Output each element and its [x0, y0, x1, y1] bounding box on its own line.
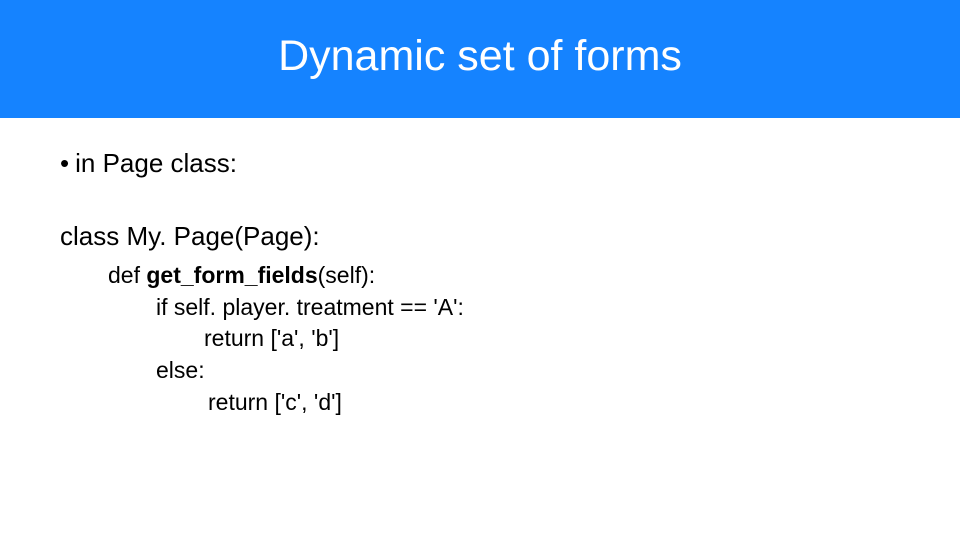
- code-if-line: if self. player. treatment == 'A':: [156, 292, 900, 324]
- code-body: def get_form_fields(self): if self. play…: [60, 260, 900, 419]
- code-return-a: return ['a', 'b']: [156, 323, 900, 355]
- code-class-line: class My. Page(Page):: [60, 221, 900, 252]
- bullet-item: •in Page class:: [60, 148, 900, 179]
- bullet-dot: •: [60, 148, 69, 179]
- slide-header: Dynamic set of forms: [0, 0, 960, 118]
- code-else-line: else:: [156, 355, 900, 387]
- slide-content: •in Page class: class My. Page(Page): de…: [0, 118, 960, 419]
- code-def-line: def get_form_fields(self):: [108, 260, 900, 292]
- code-return-c: return ['c', 'd']: [156, 387, 900, 419]
- def-keyword: def: [108, 262, 146, 288]
- bullet-text: in Page class:: [75, 148, 237, 178]
- def-args: (self):: [318, 262, 376, 288]
- page-title: Dynamic set of forms: [278, 32, 682, 81]
- code-if-block: if self. player. treatment == 'A': retur…: [108, 292, 900, 419]
- method-name: get_form_fields: [146, 262, 317, 288]
